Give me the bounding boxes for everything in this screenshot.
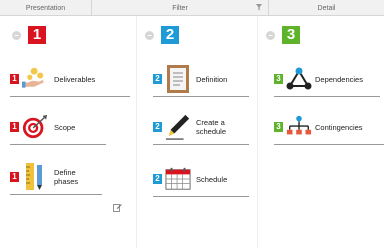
item-number-badge: 2 xyxy=(153,122,162,132)
group-header-2: − 2 xyxy=(145,26,179,44)
item-label: Create a schedule xyxy=(196,118,227,136)
item-number-badge: 2 xyxy=(153,74,162,84)
column-header-bar: Presentation Filter Detail xyxy=(0,0,384,16)
item-number-badge: 1 xyxy=(10,122,19,132)
item-label: Definition xyxy=(196,74,228,84)
calendar-icon xyxy=(165,166,191,192)
collapse-button[interactable]: − xyxy=(145,30,154,40)
column-header-detail[interactable]: Detail xyxy=(269,0,384,16)
item-number-badge: 1 xyxy=(10,172,19,182)
list-item-contingencies[interactable]: 3 Contingencies xyxy=(274,114,384,145)
item-divider xyxy=(153,196,249,197)
hierarchy-icon xyxy=(286,114,312,140)
group-column-1: − 1 1 Deliverables 1 Scope 1 Define phas… xyxy=(0,16,137,248)
group-header-3: − 3 xyxy=(266,26,300,44)
item-divider xyxy=(10,96,130,97)
item-label: Scope xyxy=(54,122,76,132)
list-item-scope[interactable]: 1 Scope xyxy=(10,114,106,145)
item-number-badge: 3 xyxy=(274,74,283,84)
item-divider xyxy=(153,144,249,145)
item-number-badge: 1 xyxy=(10,74,19,84)
list-item-define-phases[interactable]: 1 Define phases xyxy=(10,163,102,195)
collapse-button[interactable]: − xyxy=(266,30,275,40)
target-icon xyxy=(22,114,48,140)
list-item-deliverables[interactable]: 1 Deliverables xyxy=(10,66,130,97)
network-icon xyxy=(286,66,312,92)
list-item-dependencies[interactable]: 3 Dependencies xyxy=(274,66,380,97)
group-number-badge: 1 xyxy=(28,26,46,44)
item-label: Dependencies xyxy=(315,74,363,84)
group-number-badge: 2 xyxy=(161,26,179,44)
group-column-2: − 2 2 Definition 2 Create a schedule 2 S… xyxy=(137,16,258,248)
item-label: Deliverables xyxy=(54,74,96,84)
hand-coins-icon xyxy=(22,66,48,92)
item-divider xyxy=(274,96,380,97)
group-column-3: − 3 3 Dependencies 3 Contingencies xyxy=(258,16,384,248)
ruler-pencil-icon xyxy=(22,163,48,190)
item-number-badge: 2 xyxy=(153,174,162,184)
filter-icon[interactable] xyxy=(256,4,262,11)
list-item-create-schedule[interactable]: 2 Create a schedule xyxy=(153,114,249,145)
column-header-filter[interactable]: Filter xyxy=(92,0,269,16)
edit-icon[interactable] xyxy=(113,199,122,212)
list-item-schedule[interactable]: 2 Schedule xyxy=(153,166,249,197)
column-header-presentation[interactable]: Presentation xyxy=(0,0,92,16)
group-header-1: − 1 xyxy=(12,26,46,44)
document-icon xyxy=(165,65,191,93)
item-divider xyxy=(10,144,106,145)
collapse-button[interactable]: − xyxy=(12,30,21,40)
item-number-badge: 3 xyxy=(274,122,283,132)
item-divider xyxy=(10,194,102,195)
list-item-definition[interactable]: 2 Definition xyxy=(153,65,249,97)
group-number-badge: 3 xyxy=(282,26,300,44)
pen-icon xyxy=(165,114,191,140)
item-divider xyxy=(274,144,384,145)
item-label: Define phases xyxy=(54,168,79,186)
item-label: Contingencies xyxy=(315,122,363,132)
item-divider xyxy=(153,96,249,97)
item-label: Schedule xyxy=(196,174,228,184)
